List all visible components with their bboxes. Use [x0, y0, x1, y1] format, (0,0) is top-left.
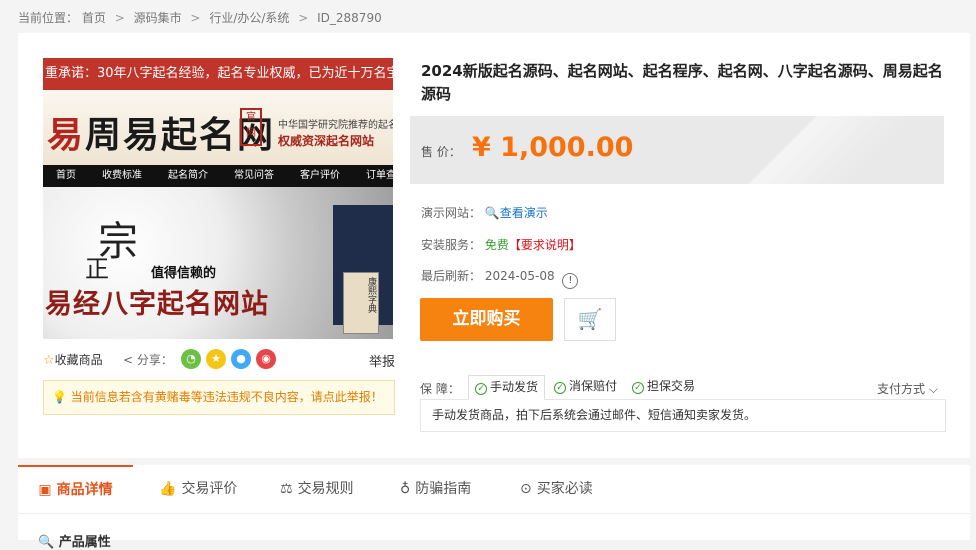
report-link[interactable]: 举报	[369, 351, 395, 370]
breadcrumb-separator: >	[298, 11, 309, 25]
guarantee-tab-manual[interactable]: ✓ 手动发货	[468, 375, 546, 400]
thumbs-up-icon: 👍	[159, 481, 177, 497]
image-nav-item: 常见问答	[234, 170, 274, 181]
breadcrumb-market[interactable]: 源码集市	[134, 11, 182, 25]
install-requirement-link[interactable]: 【要求说明】	[509, 238, 581, 252]
check-icon: ✓	[475, 383, 487, 395]
tab-product-details[interactable]: ▣ 商品详情	[18, 465, 133, 513]
product-card: 重承诺：30年八字起名经验，起名专业权威，已为近十万名宝宝 易周易起名网 官网 …	[18, 33, 970, 458]
tab-buyer-guide[interactable]: ⊙ 买家必读	[520, 465, 593, 513]
image-nav-item: 起名简介	[168, 170, 208, 181]
guarantee-description: 手动发货商品，拍下后系统会通过邮件、短信通知卖家发货。	[420, 399, 946, 432]
image-logo-row: 易周易起名网 官网 中华国学研究院推荐的起名 权威资深起名网站	[43, 90, 393, 165]
attributes-heading: 🔍 产品属性	[38, 535, 111, 550]
image-nav-item: 客户评价	[300, 170, 340, 181]
cart-icon: 🛒	[577, 307, 603, 331]
hero-slogan: 易经八字起名网站	[45, 289, 269, 320]
report-notice[interactable]: 💡 当前信息若含有黄赌毒等违法违规不良内容，请点此举报！	[43, 380, 395, 415]
qzone-icon[interactable]: ★	[206, 349, 226, 369]
price-label: 售 价：	[421, 145, 461, 159]
install-label: 安装服务：	[421, 238, 482, 252]
guarantee-label: 保 障：	[420, 382, 460, 396]
hero-small-char: 正	[85, 255, 109, 283]
hero-book-label: 康熙字典	[343, 272, 379, 334]
star-icon: ☆	[43, 353, 55, 368]
image-icon: ▣	[38, 482, 52, 498]
image-hero: 宗 正 值得信赖的 易经八字起名网站 康熙字典	[43, 187, 393, 339]
breadcrumb-separator: >	[114, 11, 125, 25]
detail-tabs: ▣ 商品详情 👍 交易评价 ⚖ 交易规则 ♁ 防骗指南 ⊙ 买家必读 🔍 产品属性	[18, 465, 970, 550]
check-icon: ✓	[554, 382, 566, 394]
check-icon: ✓	[632, 382, 644, 394]
search-icon: 🔍	[484, 206, 500, 220]
breadcrumb: 当前位置： 首页 > 源码集市 > 行业/办公/系统 > ID_288790	[18, 9, 382, 26]
breadcrumb-category[interactable]: 行业/办公/系统	[209, 11, 289, 25]
tab-anti-fraud[interactable]: ♁ 防骗指南	[400, 465, 471, 513]
hero-trust: 值得信赖的	[151, 266, 217, 281]
image-tagline-1: 中华国学研究院推荐的起名	[278, 120, 393, 131]
tab-reviews[interactable]: 👍 交易评价	[159, 465, 237, 513]
qq-icon[interactable]: ●	[231, 349, 251, 369]
payment-method-dropdown[interactable]: 支付方式 ⌵	[877, 380, 938, 397]
tab-trade-rules[interactable]: ⚖ 交易规则	[280, 465, 354, 513]
guarantee-tab-compensation[interactable]: ✓ 消保赔付	[548, 375, 623, 400]
image-nav-item: 首页	[56, 170, 76, 181]
info-circle-icon: ⊙	[520, 481, 532, 497]
image-banner: 重承诺：30年八字起名经验，起名专业权威，已为近十万名宝宝	[43, 58, 393, 90]
image-badge: 官网	[240, 108, 262, 146]
price-value: ¥ 1,000.00	[472, 132, 634, 163]
refresh-date: 2024-05-08	[484, 269, 555, 283]
refresh-row: 最后刷新： 2024-05-08 !	[421, 267, 579, 289]
weibo-icon[interactable]: ◉	[256, 349, 276, 369]
image-nav-item: 收费标准	[102, 170, 142, 181]
image-tagline-2: 权威资深起名网站	[278, 134, 375, 148]
add-to-cart-button[interactable]: 🛒	[564, 298, 616, 341]
share-label: < 分享：	[123, 353, 173, 367]
breadcrumb-separator: >	[190, 11, 201, 25]
demo-row: 演示网站： 🔍查看演示	[421, 204, 548, 221]
price-box: 售 价： ¥ 1,000.00	[410, 116, 944, 184]
refresh-label: 最后刷新：	[421, 269, 482, 283]
breadcrumb-home[interactable]: 首页	[82, 11, 106, 25]
lightbulb-icon: ♁	[400, 481, 411, 497]
report-notice-text: 当前信息若含有黄赌毒等违法违规不良内容，请点此举报！	[70, 390, 383, 404]
product-title: 2024新版起名源码、起名网站、起名程序、起名网、八字起名源码、周易起名源码	[421, 62, 943, 103]
guarantee-tab-escrow[interactable]: ✓ 担保交易	[626, 375, 701, 400]
install-row: 安装服务： 免费【要求说明】	[421, 236, 581, 253]
image-nav-item: 订单查询	[366, 170, 393, 181]
image-nav: 首页 收费标准 起名简介 常见问答 客户评价 订单查询	[43, 165, 393, 187]
share-icon: <	[123, 353, 134, 367]
product-image[interactable]: 重承诺：30年八字起名经验，起名专业权威，已为近十万名宝宝 易周易起名网 官网 …	[43, 58, 393, 339]
chevron-down-icon: ⌵	[928, 382, 938, 396]
breadcrumb-prefix: 当前位置：	[18, 11, 79, 25]
demo-label: 演示网站：	[421, 206, 482, 220]
breadcrumb-current: ID_288790	[317, 11, 382, 25]
share-bar: ☆收藏商品 < 分享： ◔ ★ ● ◉ 举报	[43, 349, 395, 370]
buy-now-button[interactable]: 立即购买	[420, 298, 553, 341]
scale-icon: ⚖	[280, 481, 293, 497]
tabs-divider	[18, 513, 970, 514]
install-value: 免费	[484, 238, 509, 252]
search-icon: 🔍	[38, 535, 55, 550]
demo-link[interactable]: 🔍查看演示	[485, 206, 548, 220]
guarantee-section: 保 障： ✓ 手动发货 ✓ 消保赔付 ✓ 担保交易 支付方式 ⌵ 手动发货商品，拍下后…	[420, 375, 946, 432]
wechat-icon[interactable]: ◔	[181, 349, 201, 369]
lightbulb-icon: 💡	[52, 390, 67, 404]
info-icon[interactable]: !	[562, 273, 579, 289]
favorite-button[interactable]: ☆收藏商品	[43, 351, 103, 368]
